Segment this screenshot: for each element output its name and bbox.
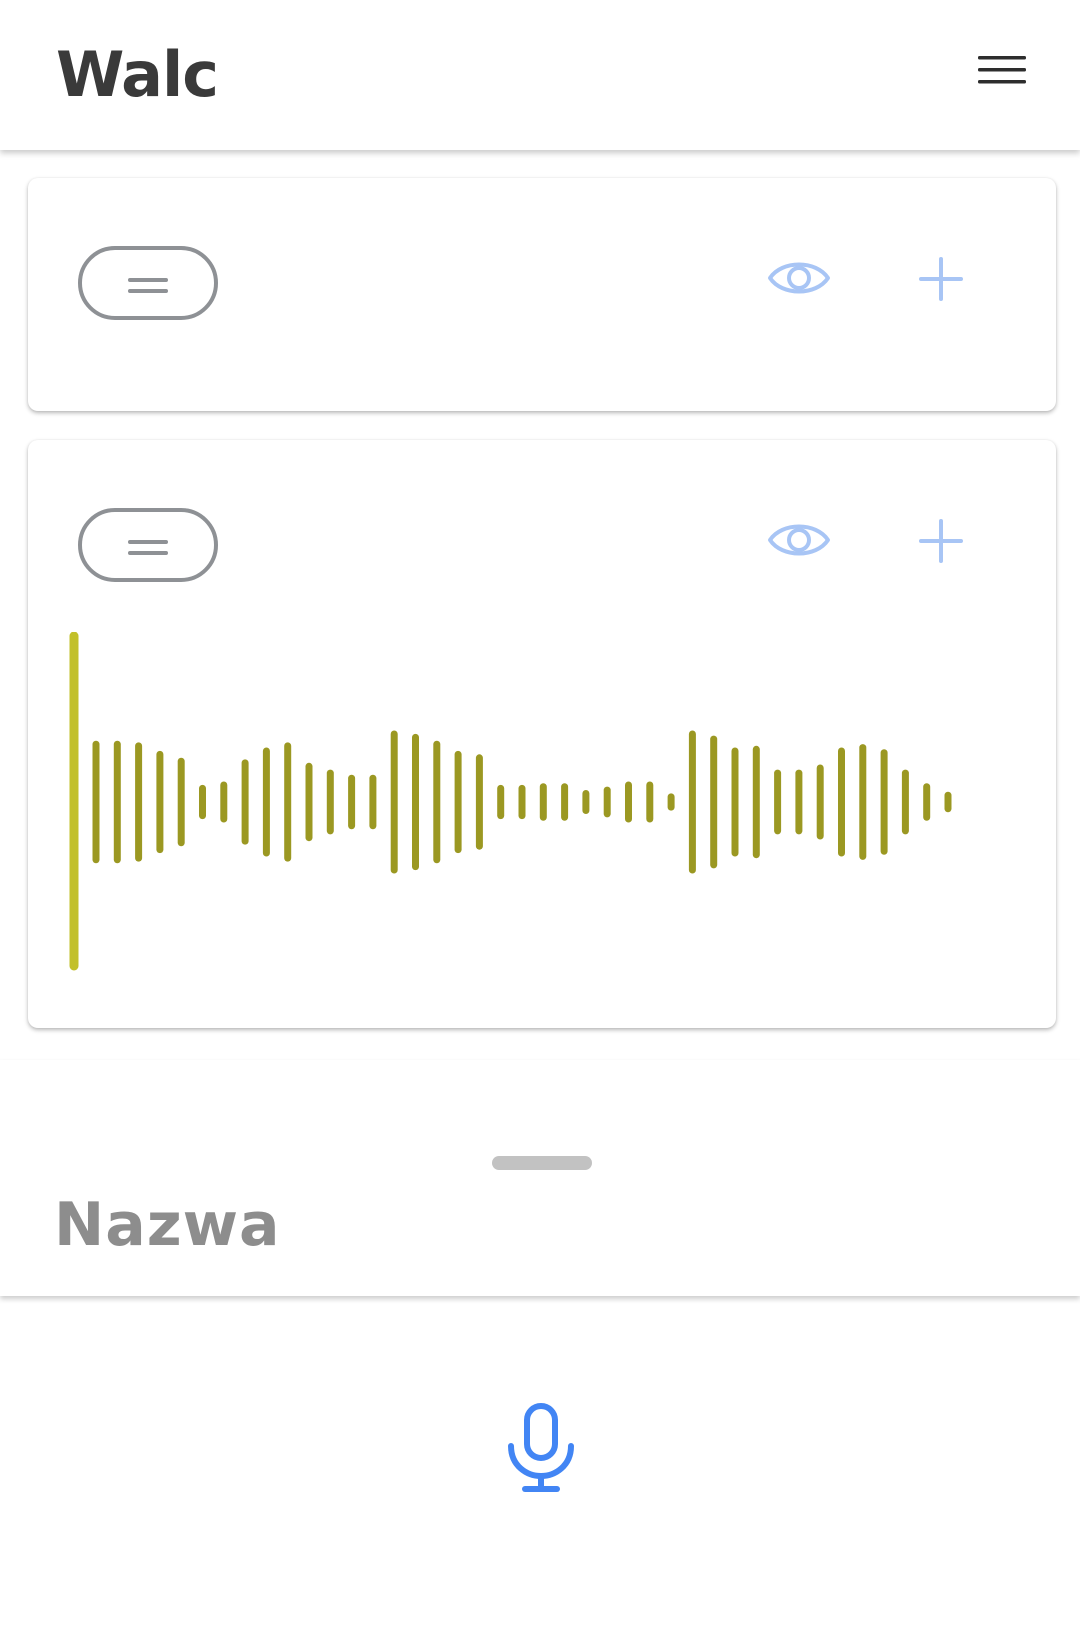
add-button[interactable] — [918, 256, 964, 302]
track-handle-button[interactable] — [78, 246, 218, 320]
visibility-toggle-button[interactable] — [766, 518, 832, 562]
track-handle-button[interactable] — [78, 508, 218, 582]
app-title: Walc — [56, 38, 219, 111]
eye-icon — [768, 262, 830, 294]
visibility-toggle-button[interactable] — [766, 256, 832, 300]
drag-handle-icon-line — [128, 551, 168, 555]
sheet-drag-handle[interactable] — [492, 1156, 592, 1170]
menu-button[interactable] — [972, 50, 1034, 98]
microphone-icon — [508, 1403, 574, 1492]
track-card — [28, 178, 1056, 411]
name-input[interactable]: Nazwa — [54, 1180, 754, 1270]
record-button[interactable] — [505, 1402, 577, 1494]
hamburger-menu-icon — [978, 56, 1026, 84]
track-card-with-waveform — [28, 440, 1056, 1028]
add-button[interactable] — [918, 518, 964, 564]
app-bar: Walc — [0, 0, 1080, 150]
drag-handle-icon — [128, 278, 168, 282]
drag-handle-icon-line — [128, 289, 168, 293]
waveform[interactable] — [68, 632, 1028, 992]
bottom-sheet: Nazwa — [0, 1060, 1080, 1296]
drag-handle-icon — [128, 540, 168, 544]
plus-icon — [919, 519, 963, 563]
eye-icon — [768, 524, 830, 556]
plus-icon — [919, 257, 963, 301]
